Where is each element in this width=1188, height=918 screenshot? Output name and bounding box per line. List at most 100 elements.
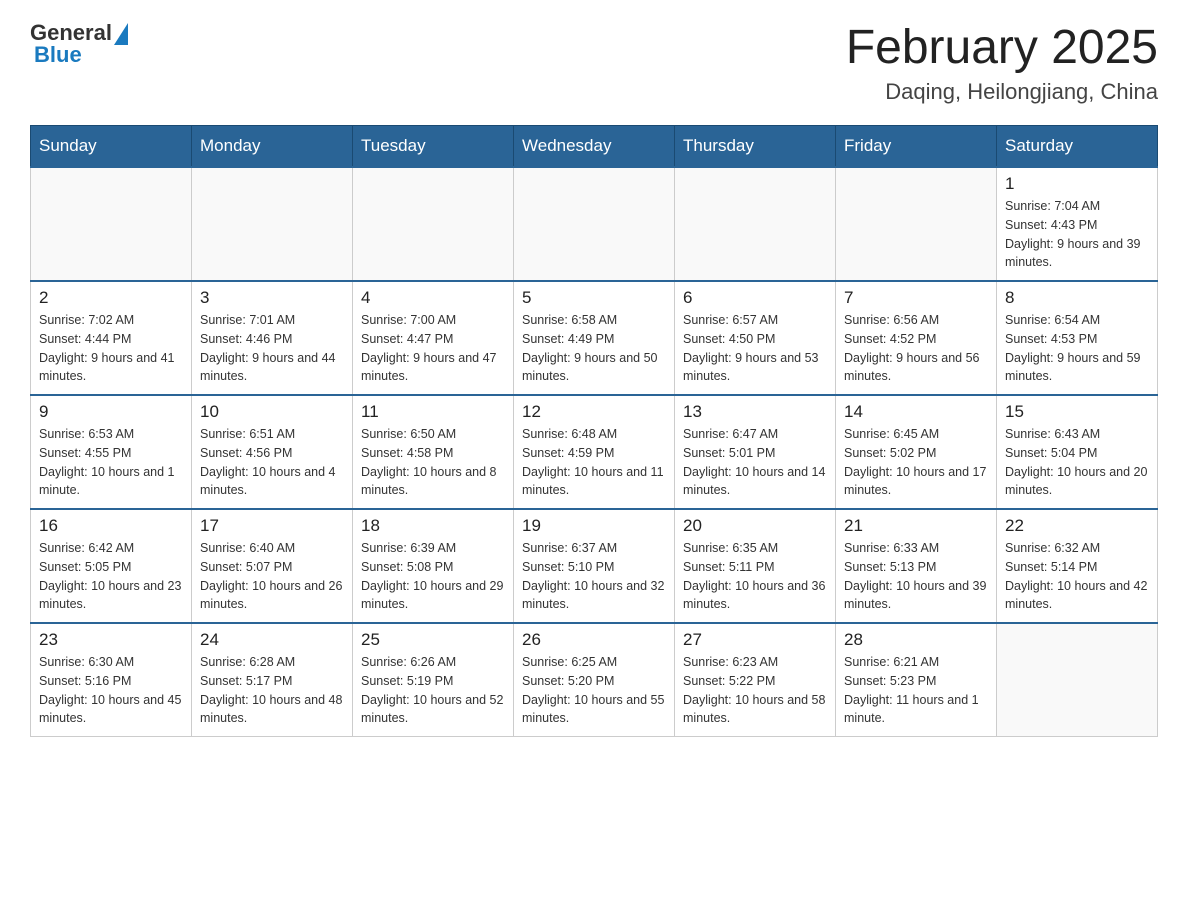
- calendar-cell: 3 Sunrise: 7:01 AMSunset: 4:46 PMDaylight…: [192, 281, 353, 395]
- calendar-cell: [514, 167, 675, 281]
- calendar-header-sunday: Sunday: [31, 126, 192, 168]
- day-number: 22: [1005, 516, 1149, 536]
- calendar-cell: [192, 167, 353, 281]
- day-info: Sunrise: 6:26 AMSunset: 5:19 PMDaylight:…: [361, 653, 505, 728]
- calendar-table: SundayMondayTuesdayWednesdayThursdayFrid…: [30, 125, 1158, 737]
- title-section: February 2025 Daqing, Heilongjiang, Chin…: [846, 20, 1158, 105]
- month-title: February 2025: [846, 20, 1158, 75]
- day-info: Sunrise: 7:00 AMSunset: 4:47 PMDaylight:…: [361, 311, 505, 386]
- calendar-cell: 28 Sunrise: 6:21 AMSunset: 5:23 PMDayligh…: [836, 623, 997, 737]
- day-info: Sunrise: 6:48 AMSunset: 4:59 PMDaylight:…: [522, 425, 666, 500]
- day-number: 6: [683, 288, 827, 308]
- day-info: Sunrise: 6:56 AMSunset: 4:52 PMDaylight:…: [844, 311, 988, 386]
- calendar-cell: 22 Sunrise: 6:32 AMSunset: 5:14 PMDayligh…: [997, 509, 1158, 623]
- day-number: 9: [39, 402, 183, 422]
- location-text: Daqing, Heilongjiang, China: [846, 79, 1158, 105]
- calendar-cell: 9 Sunrise: 6:53 AMSunset: 4:55 PMDaylight…: [31, 395, 192, 509]
- calendar-cell: 11 Sunrise: 6:50 AMSunset: 4:58 PMDayligh…: [353, 395, 514, 509]
- day-number: 3: [200, 288, 344, 308]
- calendar-header-row: SundayMondayTuesdayWednesdayThursdayFrid…: [31, 126, 1158, 168]
- day-info: Sunrise: 6:28 AMSunset: 5:17 PMDaylight:…: [200, 653, 344, 728]
- calendar-cell: 19 Sunrise: 6:37 AMSunset: 5:10 PMDayligh…: [514, 509, 675, 623]
- calendar-cell: 20 Sunrise: 6:35 AMSunset: 5:11 PMDayligh…: [675, 509, 836, 623]
- calendar-cell: 2 Sunrise: 7:02 AMSunset: 4:44 PMDaylight…: [31, 281, 192, 395]
- day-info: Sunrise: 6:53 AMSunset: 4:55 PMDaylight:…: [39, 425, 183, 500]
- day-info: Sunrise: 6:35 AMSunset: 5:11 PMDaylight:…: [683, 539, 827, 614]
- calendar-cell: 23 Sunrise: 6:30 AMSunset: 5:16 PMDayligh…: [31, 623, 192, 737]
- calendar-header-tuesday: Tuesday: [353, 126, 514, 168]
- day-info: Sunrise: 6:57 AMSunset: 4:50 PMDaylight:…: [683, 311, 827, 386]
- day-number: 23: [39, 630, 183, 650]
- day-number: 19: [522, 516, 666, 536]
- day-info: Sunrise: 7:02 AMSunset: 4:44 PMDaylight:…: [39, 311, 183, 386]
- calendar-cell: 4 Sunrise: 7:00 AMSunset: 4:47 PMDaylight…: [353, 281, 514, 395]
- day-info: Sunrise: 6:21 AMSunset: 5:23 PMDaylight:…: [844, 653, 988, 728]
- calendar-cell: [675, 167, 836, 281]
- day-info: Sunrise: 6:45 AMSunset: 5:02 PMDaylight:…: [844, 425, 988, 500]
- calendar-cell: 24 Sunrise: 6:28 AMSunset: 5:17 PMDayligh…: [192, 623, 353, 737]
- day-number: 14: [844, 402, 988, 422]
- day-number: 26: [522, 630, 666, 650]
- calendar-cell: [997, 623, 1158, 737]
- day-info: Sunrise: 7:04 AMSunset: 4:43 PMDaylight:…: [1005, 197, 1149, 272]
- day-info: Sunrise: 6:37 AMSunset: 5:10 PMDaylight:…: [522, 539, 666, 614]
- day-number: 7: [844, 288, 988, 308]
- calendar-cell: 26 Sunrise: 6:25 AMSunset: 5:20 PMDayligh…: [514, 623, 675, 737]
- day-number: 17: [200, 516, 344, 536]
- day-info: Sunrise: 6:40 AMSunset: 5:07 PMDaylight:…: [200, 539, 344, 614]
- day-info: Sunrise: 6:58 AMSunset: 4:49 PMDaylight:…: [522, 311, 666, 386]
- calendar-cell: 12 Sunrise: 6:48 AMSunset: 4:59 PMDayligh…: [514, 395, 675, 509]
- day-number: 28: [844, 630, 988, 650]
- day-info: Sunrise: 6:43 AMSunset: 5:04 PMDaylight:…: [1005, 425, 1149, 500]
- calendar-cell: 16 Sunrise: 6:42 AMSunset: 5:05 PMDayligh…: [31, 509, 192, 623]
- calendar-cell: [31, 167, 192, 281]
- day-info: Sunrise: 6:32 AMSunset: 5:14 PMDaylight:…: [1005, 539, 1149, 614]
- day-number: 12: [522, 402, 666, 422]
- calendar-header-monday: Monday: [192, 126, 353, 168]
- day-number: 10: [200, 402, 344, 422]
- calendar-header-friday: Friday: [836, 126, 997, 168]
- day-info: Sunrise: 6:23 AMSunset: 5:22 PMDaylight:…: [683, 653, 827, 728]
- day-number: 1: [1005, 174, 1149, 194]
- calendar-cell: [353, 167, 514, 281]
- calendar-cell: 25 Sunrise: 6:26 AMSunset: 5:19 PMDayligh…: [353, 623, 514, 737]
- calendar-cell: 18 Sunrise: 6:39 AMSunset: 5:08 PMDayligh…: [353, 509, 514, 623]
- calendar-cell: [836, 167, 997, 281]
- day-number: 11: [361, 402, 505, 422]
- calendar-cell: 15Sunrise: 6:43 AMSunset: 5:04 PMDayligh…: [997, 395, 1158, 509]
- calendar-cell: 17 Sunrise: 6:40 AMSunset: 5:07 PMDayligh…: [192, 509, 353, 623]
- day-info: Sunrise: 6:47 AMSunset: 5:01 PMDaylight:…: [683, 425, 827, 500]
- page-header: General Blue February 2025 Daqing, Heilo…: [30, 20, 1158, 105]
- day-number: 24: [200, 630, 344, 650]
- day-info: Sunrise: 6:54 AMSunset: 4:53 PMDaylight:…: [1005, 311, 1149, 386]
- day-number: 18: [361, 516, 505, 536]
- calendar-cell: 5Sunrise: 6:58 AMSunset: 4:49 PMDaylight…: [514, 281, 675, 395]
- day-number: 21: [844, 516, 988, 536]
- day-info: Sunrise: 6:42 AMSunset: 5:05 PMDaylight:…: [39, 539, 183, 614]
- day-info: Sunrise: 6:50 AMSunset: 4:58 PMDaylight:…: [361, 425, 505, 500]
- calendar-cell: 1 Sunrise: 7:04 AMSunset: 4:43 PMDaylight…: [997, 167, 1158, 281]
- day-number: 27: [683, 630, 827, 650]
- day-number: 13: [683, 402, 827, 422]
- calendar-cell: 10Sunrise: 6:51 AMSunset: 4:56 PMDayligh…: [192, 395, 353, 509]
- day-info: Sunrise: 7:01 AMSunset: 4:46 PMDaylight:…: [200, 311, 344, 386]
- day-number: 16: [39, 516, 183, 536]
- calendar-cell: 7 Sunrise: 6:56 AMSunset: 4:52 PMDaylight…: [836, 281, 997, 395]
- day-number: 20: [683, 516, 827, 536]
- day-number: 2: [39, 288, 183, 308]
- calendar-cell: 8 Sunrise: 6:54 AMSunset: 4:53 PMDaylight…: [997, 281, 1158, 395]
- day-info: Sunrise: 6:25 AMSunset: 5:20 PMDaylight:…: [522, 653, 666, 728]
- calendar-cell: 27 Sunrise: 6:23 AMSunset: 5:22 PMDayligh…: [675, 623, 836, 737]
- day-info: Sunrise: 6:39 AMSunset: 5:08 PMDaylight:…: [361, 539, 505, 614]
- calendar-header-thursday: Thursday: [675, 126, 836, 168]
- logo-blue-text: Blue: [34, 42, 128, 68]
- logo: General Blue: [30, 20, 128, 68]
- day-number: 25: [361, 630, 505, 650]
- calendar-cell: 13 Sunrise: 6:47 AMSunset: 5:01 PMDayligh…: [675, 395, 836, 509]
- calendar-header-wednesday: Wednesday: [514, 126, 675, 168]
- day-number: 4: [361, 288, 505, 308]
- day-info: Sunrise: 6:30 AMSunset: 5:16 PMDaylight:…: [39, 653, 183, 728]
- calendar-cell: 21Sunrise: 6:33 AMSunset: 5:13 PMDayligh…: [836, 509, 997, 623]
- calendar-header-saturday: Saturday: [997, 126, 1158, 168]
- day-number: 8: [1005, 288, 1149, 308]
